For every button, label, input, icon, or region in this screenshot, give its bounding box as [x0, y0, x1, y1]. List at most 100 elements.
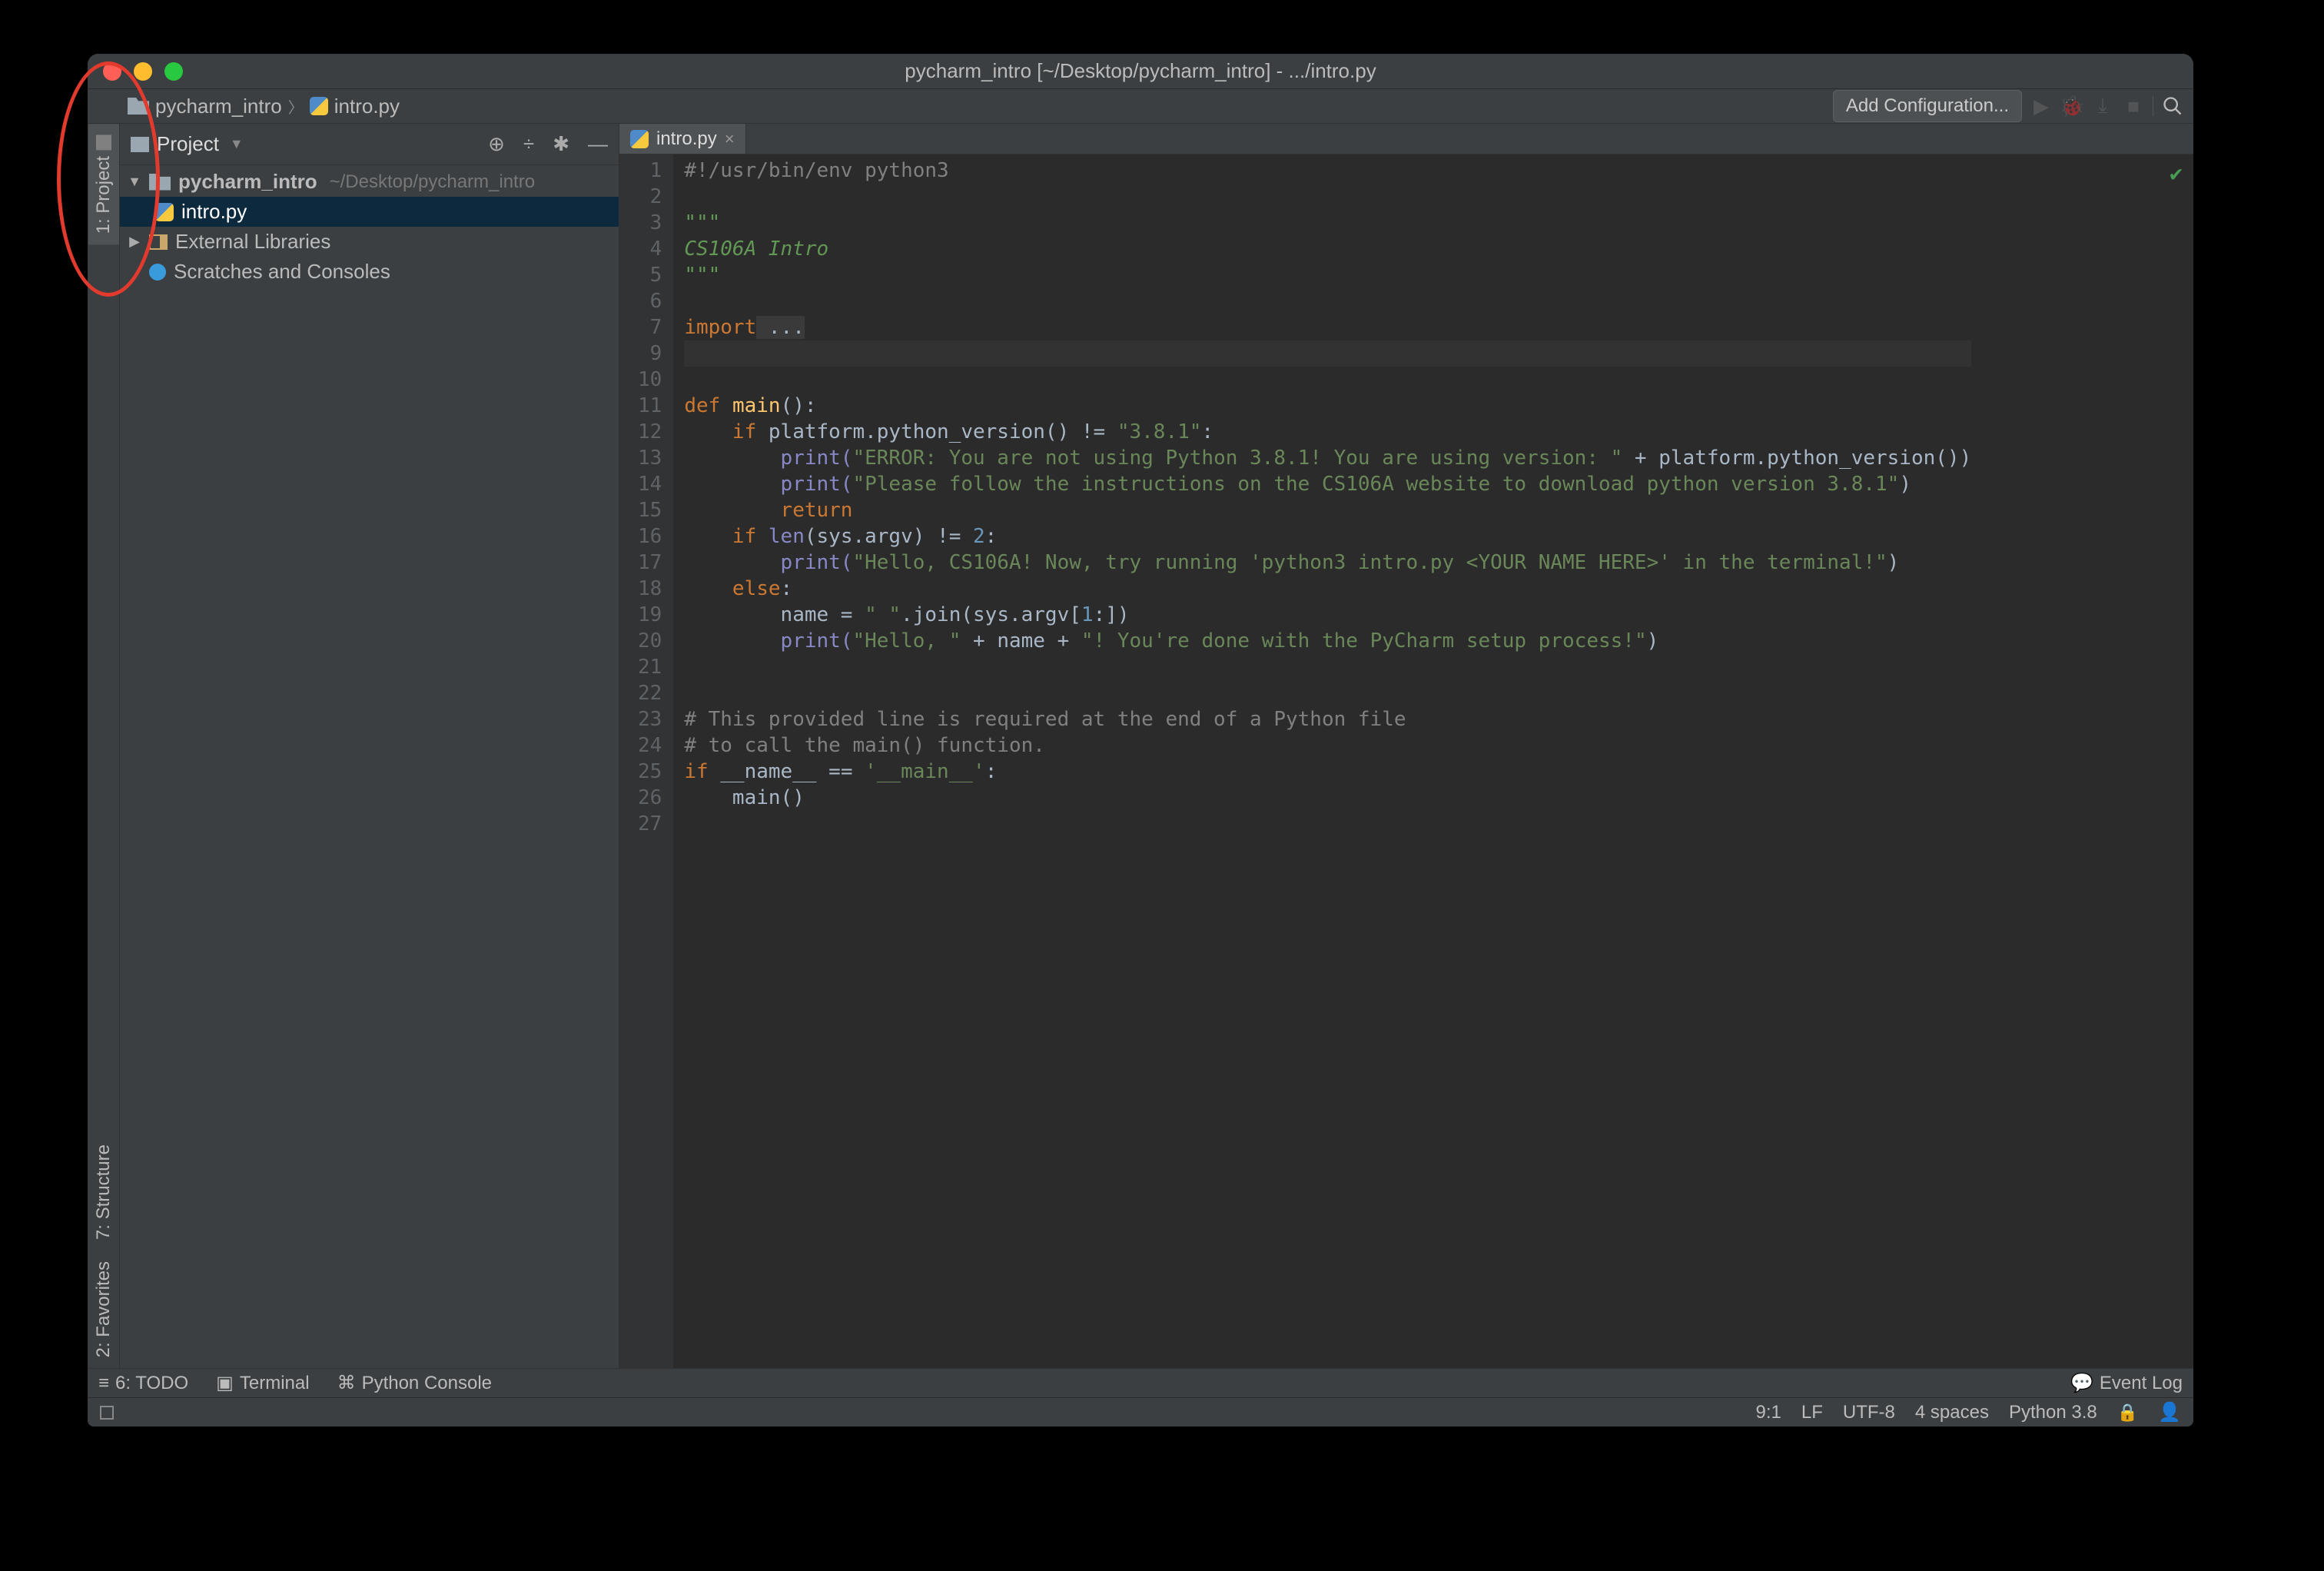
line-number[interactable]: 4: [638, 236, 662, 262]
code-text: .join(sys.argv[: [901, 603, 1081, 626]
run-button[interactable]: ▶: [2030, 95, 2053, 118]
breadcrumb-file[interactable]: intro.py: [310, 95, 400, 118]
stop-button[interactable]: ■: [2122, 95, 2145, 118]
readonly-lock-icon[interactable]: 🔒: [2117, 1403, 2138, 1423]
tree-project-root[interactable]: ▼ pycharm_intro ~/Desktop/pycharm_intro: [120, 167, 619, 197]
code-text: "! You're done with the PyCharm setup pr…: [1081, 629, 1647, 653]
line-number[interactable]: 22: [638, 680, 662, 706]
project-tab-label: 1: Project: [93, 156, 115, 234]
editor-tab-intro[interactable]: intro.py ×: [619, 124, 746, 154]
python-console-tool-button[interactable]: ⌘Python Console: [337, 1372, 492, 1394]
python-file-icon: [630, 130, 649, 148]
breadcrumb-root-label: pycharm_intro: [155, 95, 282, 118]
line-number[interactable]: 24: [638, 732, 662, 759]
scratches-icon: [149, 264, 166, 281]
expand-arrow-icon[interactable]: ▼: [128, 174, 141, 190]
code-text: " ": [865, 603, 901, 626]
editor-tab-label: intro.py: [656, 128, 717, 150]
event-log-button[interactable]: 💬Event Log: [2070, 1372, 2183, 1394]
line-number[interactable]: 2: [638, 184, 662, 210]
settings-icon[interactable]: ✱: [553, 132, 569, 156]
tree-scratches[interactable]: ▶ Scratches and Consoles: [120, 257, 619, 287]
line-number[interactable]: 20: [638, 628, 662, 654]
code-text: if: [684, 420, 769, 443]
line-number[interactable]: 12: [638, 419, 662, 445]
close-window-button[interactable]: [103, 62, 121, 81]
inspection-profile-icon[interactable]: 👤: [2158, 1401, 2181, 1423]
folder-icon: [96, 135, 111, 150]
close-tab-icon[interactable]: ×: [725, 129, 735, 149]
file-encoding[interactable]: UTF-8: [1843, 1402, 1895, 1423]
run-coverage-button[interactable]: ⤓: [2091, 95, 2114, 118]
tree-file-intro[interactable]: intro.py: [120, 197, 619, 227]
inspection-ok-icon[interactable]: ✔: [2170, 161, 2183, 187]
pyconsole-label: Python Console: [362, 1373, 492, 1394]
indent-info[interactable]: 4 spaces: [1915, 1402, 1989, 1423]
line-number[interactable]: 11: [638, 393, 662, 419]
code-content[interactable]: #!/usr/bin/env python3 """ CS106A Intro …: [673, 154, 1971, 1368]
maximize-window-button[interactable]: [164, 62, 183, 81]
line-number[interactable]: 16: [638, 523, 662, 550]
line-number[interactable]: 23: [638, 706, 662, 732]
code-text: len: [769, 525, 805, 548]
project-tool-tab[interactable]: 1: Project: [88, 124, 119, 244]
line-number[interactable]: 26: [638, 785, 662, 811]
terminal-tool-button[interactable]: ▣Terminal: [216, 1372, 309, 1394]
select-opened-file-icon[interactable]: ⊕: [488, 132, 505, 156]
project-root-path: ~/Desktop/pycharm_intro: [330, 171, 535, 193]
code-text: CS106A Intro: [684, 237, 828, 261]
project-tree[interactable]: ▼ pycharm_intro ~/Desktop/pycharm_intro …: [120, 165, 619, 1368]
line-number[interactable]: 14: [638, 471, 662, 497]
breadcrumb-root[interactable]: pycharm_intro: [128, 95, 282, 118]
line-number[interactable]: 15: [638, 497, 662, 523]
debug-button[interactable]: 🐞: [2060, 95, 2083, 118]
line-number[interactable]: 5: [638, 262, 662, 288]
code-text: name =: [684, 603, 865, 626]
line-number[interactable]: 21: [638, 654, 662, 680]
line-number[interactable]: 18: [638, 576, 662, 602]
line-number[interactable]: 1: [638, 158, 662, 184]
traffic-lights: [103, 62, 183, 81]
code-text: :: [1201, 420, 1213, 443]
minimize-window-button[interactable]: [134, 62, 152, 81]
window-title: pycharm_intro [~/Desktop/pycharm_intro] …: [905, 59, 1376, 83]
code-text: """: [684, 211, 720, 234]
expand-arrow-icon[interactable]: ▶: [128, 234, 141, 250]
code-editor[interactable]: ✔ 1 2 3 4 5 6 7 9 10 11 12 13 14 15 16: [619, 154, 2193, 1368]
code-text: [684, 184, 1971, 210]
line-number[interactable]: 17: [638, 550, 662, 576]
line-number[interactable]: 6: [638, 288, 662, 314]
tree-external-libraries[interactable]: ▶ External Libraries: [120, 227, 619, 257]
tool-windows-toggle-icon[interactable]: [100, 1406, 114, 1420]
line-number[interactable]: 7: [638, 314, 662, 340]
todo-tool-button[interactable]: ≡6: TODO: [98, 1373, 188, 1394]
favorites-tool-tab[interactable]: 2: Favorites: [88, 1250, 119, 1368]
breadcrumb: pycharm_intro 〉 intro.py: [128, 95, 400, 118]
project-view-icon: [131, 137, 149, 152]
code-text: return: [684, 499, 852, 522]
code-text: 2: [973, 525, 985, 548]
code-text: ...: [756, 316, 805, 339]
line-number[interactable]: 13: [638, 445, 662, 471]
code-text: '__main__': [865, 760, 985, 783]
code-text: main: [732, 394, 781, 417]
line-number[interactable]: 19: [638, 602, 662, 628]
code-text: if: [684, 525, 769, 548]
structure-tool-tab[interactable]: 7: Structure: [88, 1134, 119, 1250]
code-text: "Hello, ": [852, 629, 961, 653]
add-configuration-button[interactable]: Add Configuration...: [1833, 90, 2022, 122]
line-number-gutter[interactable]: 1 2 3 4 5 6 7 9 10 11 12 13 14 15 16 17: [619, 154, 673, 1368]
expand-all-icon[interactable]: ÷: [523, 132, 534, 156]
line-number[interactable]: 3: [638, 210, 662, 236]
project-view-dropdown-icon[interactable]: ▼: [230, 136, 244, 152]
line-separator[interactable]: LF: [1801, 1402, 1823, 1423]
caret-position[interactable]: 9:1: [1756, 1402, 1781, 1423]
line-number[interactable]: 9: [638, 340, 662, 367]
interpreter-info[interactable]: Python 3.8: [2009, 1402, 2097, 1423]
hide-panel-icon[interactable]: —: [588, 132, 608, 156]
search-everywhere-button[interactable]: [2161, 95, 2184, 118]
line-number[interactable]: 27: [638, 811, 662, 837]
line-number[interactable]: 25: [638, 759, 662, 785]
code-text: """: [684, 264, 720, 287]
line-number[interactable]: 10: [638, 367, 662, 393]
